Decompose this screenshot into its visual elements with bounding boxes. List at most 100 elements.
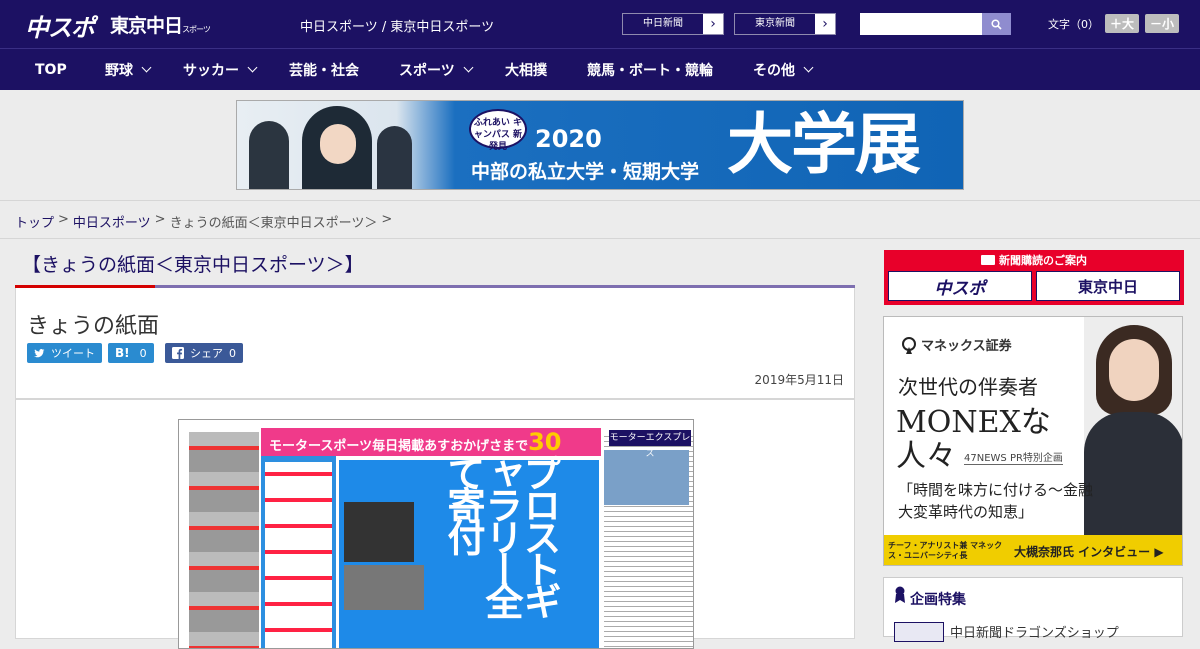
nav-label: スポーツ — [399, 62, 455, 79]
newspaper-column — [189, 432, 259, 648]
nav-item-sumo[interactable]: 大相撲 — [505, 49, 547, 91]
banner-headline: 大学展 — [727, 106, 921, 183]
tokyo-logo-small: スポーツ — [182, 25, 211, 34]
chunichi-shinbun-link[interactable]: 中日新聞 › — [622, 13, 724, 35]
breadcrumb-sep: > — [58, 212, 69, 227]
newspaper-photo — [344, 502, 414, 562]
nav-item-top[interactable]: TOP — [35, 49, 67, 91]
banner-badge: ふれあい キャンパス 新発見 — [469, 109, 527, 152]
font-size-control: 文字（0） ＋大 －小 — [1048, 14, 1180, 33]
breadcrumb-bar: トップ > 中日スポーツ > きょうの紙面＜東京中日スポーツ＞ > — [0, 200, 1200, 239]
monex-advertisement[interactable]: マネックス証券 次世代の伴奏者 MONEXな 人々 47NEWS PR特別企画 … — [883, 316, 1183, 566]
ad-brand: マネックス証券 — [900, 335, 1012, 354]
tokyo-link-label: 東京新聞 — [735, 14, 815, 34]
ad-line-3: 人々 — [896, 439, 956, 474]
nav-label: 競馬・ボート・競輪 — [587, 62, 713, 79]
chevron-down-icon — [141, 62, 152, 73]
nav-item-other[interactable]: その他 — [753, 49, 814, 91]
subscribe-chuspo-button[interactable]: 中スポ — [888, 271, 1032, 301]
facebook-icon — [172, 347, 184, 359]
site-names: 中日スポーツ / 東京中日スポーツ — [300, 20, 495, 35]
article-title: きょうの紙面 — [27, 314, 160, 339]
banner-student-photo — [249, 121, 289, 189]
ribbon-icon — [895, 586, 905, 603]
chevron-right-icon: › — [710, 16, 716, 32]
nav-label: サッカー — [183, 62, 239, 79]
newspaper-headline-bar: モータースポーツ毎日掲載あすおかげさまで30 — [261, 428, 601, 456]
feature-item-link[interactable]: 中日新聞ドラゴンズショップ — [950, 622, 1119, 641]
subscription-box: 新聞購読のご案内 中スポ 東京中日 — [884, 250, 1184, 305]
font-larger-button[interactable]: ＋大 — [1105, 14, 1140, 33]
newspaper-icon — [981, 255, 995, 265]
font-smaller-button[interactable]: －小 — [1145, 14, 1180, 33]
site-header: 中スポ 東京中日スポーツ 中日スポーツ / 東京中日スポーツ 中日新聞 › 東京新… — [0, 0, 1200, 48]
chevron-right-icon: › — [822, 16, 828, 32]
ad-person-role: チーフ・アナリスト兼 マネックス・ユニバーシティ長 — [888, 541, 1003, 560]
hatena-count: 0 — [139, 346, 147, 360]
search-input[interactable] — [860, 13, 982, 35]
subscribe-tokyo-button[interactable]: 東京中日 — [1036, 271, 1180, 301]
chevron-down-icon — [463, 62, 474, 73]
nav-label: 野球 — [105, 62, 133, 79]
chevron-down-icon — [247, 62, 258, 73]
subscription-title-text: 新聞購読のご案内 — [999, 254, 1087, 267]
nav-item-soccer[interactable]: サッカー — [183, 49, 258, 91]
hatena-icon: B! — [115, 346, 130, 360]
breadcrumb: トップ > 中日スポーツ > きょうの紙面＜東京中日スポーツ＞ > — [15, 212, 392, 231]
breadcrumb-current: きょうの紙面＜東京中日スポーツ＞ — [169, 216, 378, 231]
tweet-label: ツイート — [51, 347, 95, 360]
ad-person-photo — [1084, 317, 1182, 537]
breadcrumb-home[interactable]: トップ — [15, 212, 54, 231]
chuspo-logo[interactable]: 中スポ — [25, 8, 95, 43]
nav-label: 大相撲 — [505, 62, 547, 79]
university-fair-banner[interactable]: ふれあい キャンパス 新発見 2020 中部の私立大学・短期大学 大学展 — [236, 100, 964, 190]
newspaper-big-text: プロストギャラリー全て寄付 — [441, 454, 561, 614]
newspaper-page-image[interactable]: モータースポーツ毎日掲載あすおかげさまで30 プロストギャラリー全て寄付 モータ… — [178, 419, 694, 649]
nav-item-baseball[interactable]: 野球 — [105, 49, 152, 91]
newspaper-badge: モーターエクスプレス — [609, 430, 691, 459]
nav-label: その他 — [753, 62, 795, 79]
twitter-icon — [34, 348, 45, 357]
tokyo-shinbun-link[interactable]: 東京新聞 › — [734, 13, 836, 35]
nav-item-racing[interactable]: 競馬・ボート・競輪 — [587, 49, 713, 91]
ad-brand-text: マネックス証券 — [921, 339, 1012, 354]
chunichi-link-label: 中日新聞 — [623, 14, 703, 34]
newspaper-headline: モータースポーツ毎日掲載あすおかげさまで — [269, 439, 529, 454]
tokyo-chunichi-logo[interactable]: 東京中日スポーツ — [110, 11, 211, 38]
newspaper-column — [261, 432, 336, 648]
feature-title: 企画特集 — [910, 592, 966, 608]
feature-box: 企画特集 中日新聞ドラゴンズショップ — [883, 577, 1183, 642]
chevron-down-icon — [803, 62, 814, 73]
banner-year: 2020 — [535, 125, 602, 153]
breadcrumb-sep: > — [381, 212, 393, 227]
banner-subtitle: 中部の私立大学・短期大学 — [471, 161, 700, 183]
search-form — [860, 13, 1011, 35]
nav-item-entertainment[interactable]: 芸能・社会 — [289, 49, 359, 91]
tokyo-logo-text: 東京中日 — [110, 15, 183, 37]
nav-label: 芸能・社会 — [289, 62, 359, 79]
facebook-label: シェア — [190, 347, 223, 360]
search-icon — [991, 18, 1002, 30]
ad-tag: 47NEWS PR特別企画 — [964, 449, 1063, 465]
section-title: 【きょうの紙面＜東京中日スポーツ＞】 — [22, 254, 364, 276]
ad-quote: 「時間を味方に付ける～金融大変革時代の知恵」 — [898, 481, 1094, 521]
ad-line-1: 次世代の伴奏者 — [898, 375, 1038, 399]
feature-thumbnail[interactable] — [894, 622, 944, 642]
breadcrumb-section[interactable]: 中日スポーツ — [73, 212, 151, 231]
article-date: 2019年5月11日 — [754, 373, 844, 387]
font-size-label: 文字（0） — [1048, 17, 1099, 31]
nav-item-sports[interactable]: スポーツ — [399, 49, 474, 91]
hatena-bookmark-button[interactable]: B! 0 — [108, 343, 154, 363]
article-body: モータースポーツ毎日掲載あすおかげさまで30 プロストギャラリー全て寄付 モータ… — [15, 399, 855, 649]
search-button[interactable] — [982, 13, 1011, 35]
banner-student-photo — [302, 106, 372, 189]
breadcrumb-sep: > — [154, 212, 166, 227]
tweet-button[interactable]: ツイート — [27, 343, 102, 363]
ad-person-name: 大槻奈那氏 インタビュー ▶ — [1014, 544, 1164, 559]
newspaper-years: 30 — [528, 428, 562, 456]
facebook-share-button[interactable]: シェア 0 — [165, 343, 243, 363]
ad-footer: チーフ・アナリスト兼 マネックス・ユニバーシティ長 大槻奈那氏 インタビュー ▶ — [884, 535, 1182, 565]
nav-label: TOP — [35, 61, 67, 78]
newspaper-photo — [344, 565, 424, 610]
facebook-count: 0 — [229, 346, 236, 360]
